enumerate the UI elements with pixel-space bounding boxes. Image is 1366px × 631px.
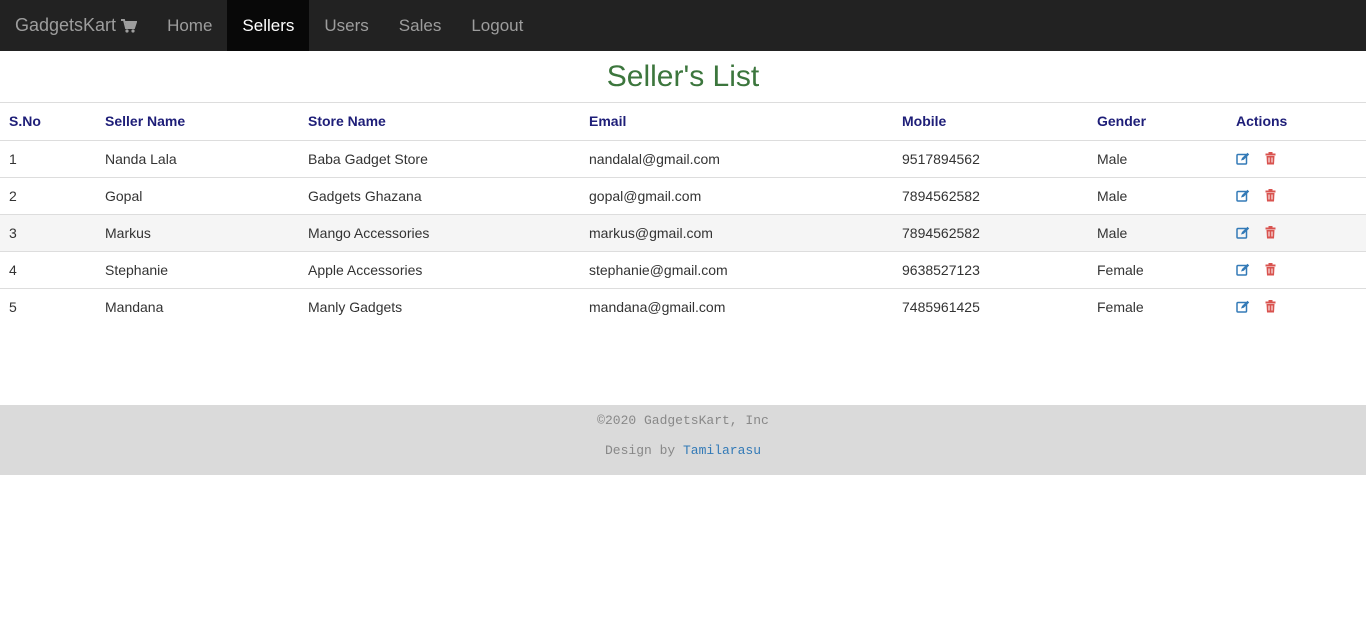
table-row: 1 Nanda Lala Baba Gadget Store nandalal@gma… (0, 140, 1366, 178)
sellers-table: S.No Seller Name Store Name Email Mobile… (0, 103, 1366, 325)
cell-gender: Male (1088, 214, 1227, 252)
cell-email: markus@gmail.com (580, 214, 893, 252)
trash-icon[interactable] (1265, 300, 1276, 313)
brand[interactable]: GadgetsKart (0, 0, 152, 51)
table-row: 3 Markus Mango Accessories markus@gmail.com… (0, 214, 1366, 252)
footer-copyright: ©2020 GadgetsKart, Inc (597, 413, 769, 428)
table-row: 5 Mandana Manly Gadgets mandana@gmail.com 74… (0, 288, 1366, 325)
cell-actions (1227, 288, 1366, 325)
cell-actions (1227, 251, 1366, 289)
edit-icon[interactable] (1236, 152, 1250, 165)
cell-store-name: Baba Gadget Store (299, 140, 580, 178)
cell-store-name: Gadgets Ghazana (299, 177, 580, 215)
cell-gender: Female (1088, 251, 1227, 289)
table-row: 2 Gopal Gadgets Ghazana gopal@gmail.com 7894… (0, 177, 1366, 215)
cell-actions (1227, 177, 1366, 215)
header-gender: Gender (1088, 103, 1227, 141)
nav-home[interactable]: Home (152, 0, 227, 51)
header-sno: S.No (0, 103, 96, 141)
cell-store-name: Mango Accessories (299, 214, 580, 252)
footer: ©2020 GadgetsKart, Inc Design by Tamilar… (0, 405, 1366, 475)
cell-gender: Female (1097, 298, 1144, 315)
cell-seller-name: Gopal (96, 177, 299, 215)
brand-name: GadgetsKart (15, 15, 117, 35)
cell-store-name: Manly Gadgets (308, 298, 403, 315)
cell-mobile: 7894562582 (893, 214, 1088, 252)
cell-mobile: 9638527123 (893, 251, 1088, 289)
row-actions (1236, 263, 1357, 276)
cell-email: mandana@gmail.com (589, 298, 726, 315)
edit-icon[interactable] (1236, 300, 1250, 313)
footer-design-credit: Design by Tamilarasu (0, 443, 1366, 458)
table-header-row: S.No Seller Name Store Name Email Mobile… (0, 103, 1366, 141)
cell-sno: 3 (0, 214, 96, 252)
cell-gender: Male (1088, 140, 1227, 178)
cell-seller-name: Mandana (105, 298, 164, 315)
row-actions (1236, 152, 1357, 165)
page-title: Seller's List (0, 51, 1366, 103)
header-mobile: Mobile (893, 103, 1088, 141)
edit-icon[interactable] (1236, 263, 1250, 276)
trash-icon[interactable] (1265, 152, 1276, 165)
cell-mobile: 9517894562 (893, 140, 1088, 178)
row-actions (1236, 300, 1357, 313)
nav-sellers[interactable]: Sellers (227, 0, 310, 51)
footer-design-prefix: Design by (604, 443, 683, 458)
designer-link[interactable]: Tamilarasu (683, 443, 761, 458)
cell-mobile: 7485961425 (902, 298, 980, 315)
cell-store-name: Apple Accessories (299, 251, 580, 289)
cell-sno: 2 (0, 177, 96, 215)
trash-icon[interactable] (1265, 226, 1276, 239)
cell-email: nandalal@gmail.com (580, 140, 893, 178)
cell-email: stephanie@gmail.com (580, 251, 893, 289)
header-seller-name: Seller Name (96, 103, 299, 141)
navbar: GadgetsKart Home Sellers Users Sales Log… (0, 0, 1366, 51)
cell-actions (1227, 214, 1366, 252)
edit-icon[interactable] (1236, 226, 1250, 239)
header-email: Email (580, 103, 893, 141)
cell-email: gopal@gmail.com (580, 177, 893, 215)
cell-sno: 5 (9, 298, 17, 315)
nav-sales[interactable]: Sales (384, 0, 457, 51)
cell-mobile: 7894562582 (893, 177, 1088, 215)
row-actions (1236, 226, 1357, 239)
edit-icon[interactable] (1236, 189, 1250, 202)
cell-sno: 4 (0, 251, 96, 289)
trash-icon[interactable] (1265, 189, 1276, 202)
table-row: 4 Stephanie Apple Accessories stephanie@gma… (0, 251, 1366, 289)
cell-seller-name: Nanda Lala (96, 140, 299, 178)
cell-actions (1227, 140, 1366, 178)
cell-seller-name: Markus (96, 214, 299, 252)
row-actions (1236, 189, 1357, 202)
header-actions: Actions (1227, 103, 1366, 141)
cell-seller-name: Stephanie (96, 251, 299, 289)
nav-logout[interactable]: Logout (456, 0, 538, 51)
trash-icon[interactable] (1265, 263, 1276, 276)
shopping-cart-icon (121, 18, 138, 33)
header-store-name: Store Name (299, 103, 580, 141)
nav-users[interactable]: Users (309, 0, 383, 51)
cell-sno: 1 (0, 140, 96, 178)
cell-gender: Male (1088, 177, 1227, 215)
